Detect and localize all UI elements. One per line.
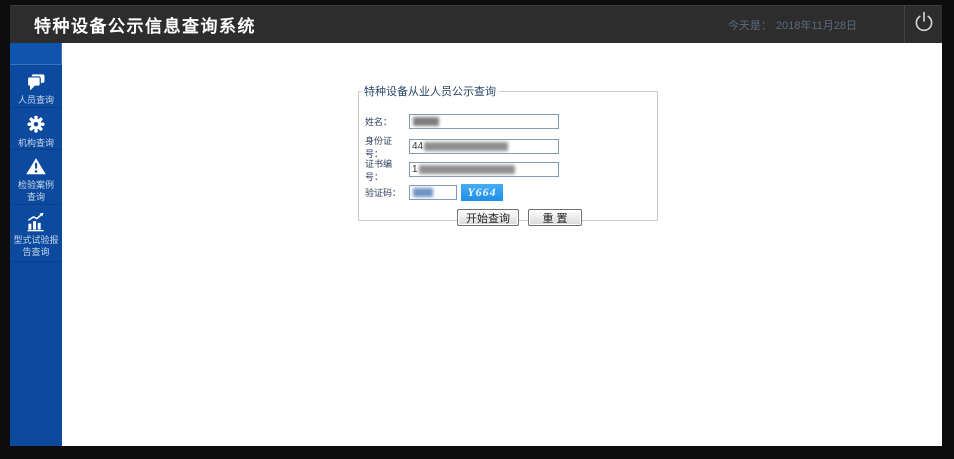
id-number-input[interactable]: 44 bbox=[409, 139, 559, 154]
sidebar-item-type-test-report-query[interactable]: 型式试验报 告查询 bbox=[10, 205, 62, 262]
sidebar-item-label: 检验案例 bbox=[18, 180, 54, 190]
logout-button[interactable] bbox=[904, 6, 942, 43]
current-date: 今天是： 2018年11月28日 bbox=[728, 17, 857, 33]
redacted-name-value bbox=[413, 117, 439, 126]
redacted-captcha-value bbox=[413, 188, 433, 197]
cert-number-row: 证书编号： 1 bbox=[365, 161, 559, 178]
form-legend: 特种设备从业人员公示查询 bbox=[361, 83, 499, 99]
id-number-value: 44 bbox=[412, 141, 423, 152]
sidebar-item-label: 查询 bbox=[27, 192, 45, 202]
name-input[interactable] bbox=[409, 114, 559, 129]
sidebar-item-inspection-case-query[interactable]: 检验案例 查询 bbox=[10, 150, 62, 205]
sidebar-item-label: 告查询 bbox=[22, 247, 49, 257]
sidebar-item-label: 型式试验报 bbox=[13, 235, 58, 245]
cert-number-value: 1 bbox=[412, 164, 418, 175]
redacted-id-value bbox=[424, 142, 508, 151]
warning-icon bbox=[24, 156, 48, 178]
sidebar-top-block bbox=[10, 43, 62, 65]
captcha-label: 验证码： bbox=[365, 186, 409, 199]
reset-button[interactable]: 重 置 bbox=[528, 209, 582, 226]
header-bar: 特种设备公示信息查询系统 今天是： 2018年11月28日 bbox=[10, 5, 942, 43]
gear-icon bbox=[24, 114, 48, 136]
sidebar-item-label: 机构查询 bbox=[18, 138, 54, 148]
chat-bubbles-icon bbox=[24, 71, 48, 93]
cert-number-label: 证书编号： bbox=[365, 157, 409, 183]
id-number-row: 身份证号： 44 bbox=[365, 138, 559, 155]
redacted-cert-value bbox=[419, 165, 515, 174]
header-right: 今天是： 2018年11月28日 bbox=[728, 6, 942, 43]
app-body: 人员查询 机构查询 bbox=[10, 43, 942, 446]
date-value: 2018年11月28日 bbox=[776, 20, 857, 32]
sidebar: 人员查询 机构查询 bbox=[10, 43, 62, 446]
captcha-row: 验证码： Y664 bbox=[365, 184, 503, 201]
captcha-input[interactable] bbox=[409, 185, 457, 200]
page-title: 特种设备公示信息查询系统 bbox=[34, 12, 256, 37]
sidebar-item-label: 人员查询 bbox=[18, 95, 54, 105]
bar-chart-icon bbox=[24, 211, 48, 233]
sidebar-item-organization-query[interactable]: 机构查询 bbox=[10, 108, 62, 150]
name-label: 姓名： bbox=[365, 115, 409, 128]
name-row: 姓名： bbox=[365, 113, 559, 130]
form-buttons: 开始查询 重 置 bbox=[457, 209, 582, 226]
date-label: 今天是： bbox=[728, 20, 772, 32]
captcha-image[interactable]: Y664 bbox=[461, 184, 503, 201]
main-content: 特种设备从业人员公示查询 姓名： 身份证号： 44 证 bbox=[62, 43, 942, 446]
sidebar-item-personnel-query[interactable]: 人员查询 bbox=[10, 65, 62, 108]
cert-number-input[interactable]: 1 bbox=[409, 162, 559, 177]
sidebar-filler bbox=[10, 262, 62, 446]
personnel-query-form: 特种设备从业人员公示查询 姓名： 身份证号： 44 证 bbox=[358, 83, 658, 221]
app-window: 特种设备公示信息查询系统 今天是： 2018年11月28日 bbox=[10, 5, 942, 446]
start-query-button[interactable]: 开始查询 bbox=[457, 209, 519, 226]
power-icon bbox=[912, 9, 936, 40]
